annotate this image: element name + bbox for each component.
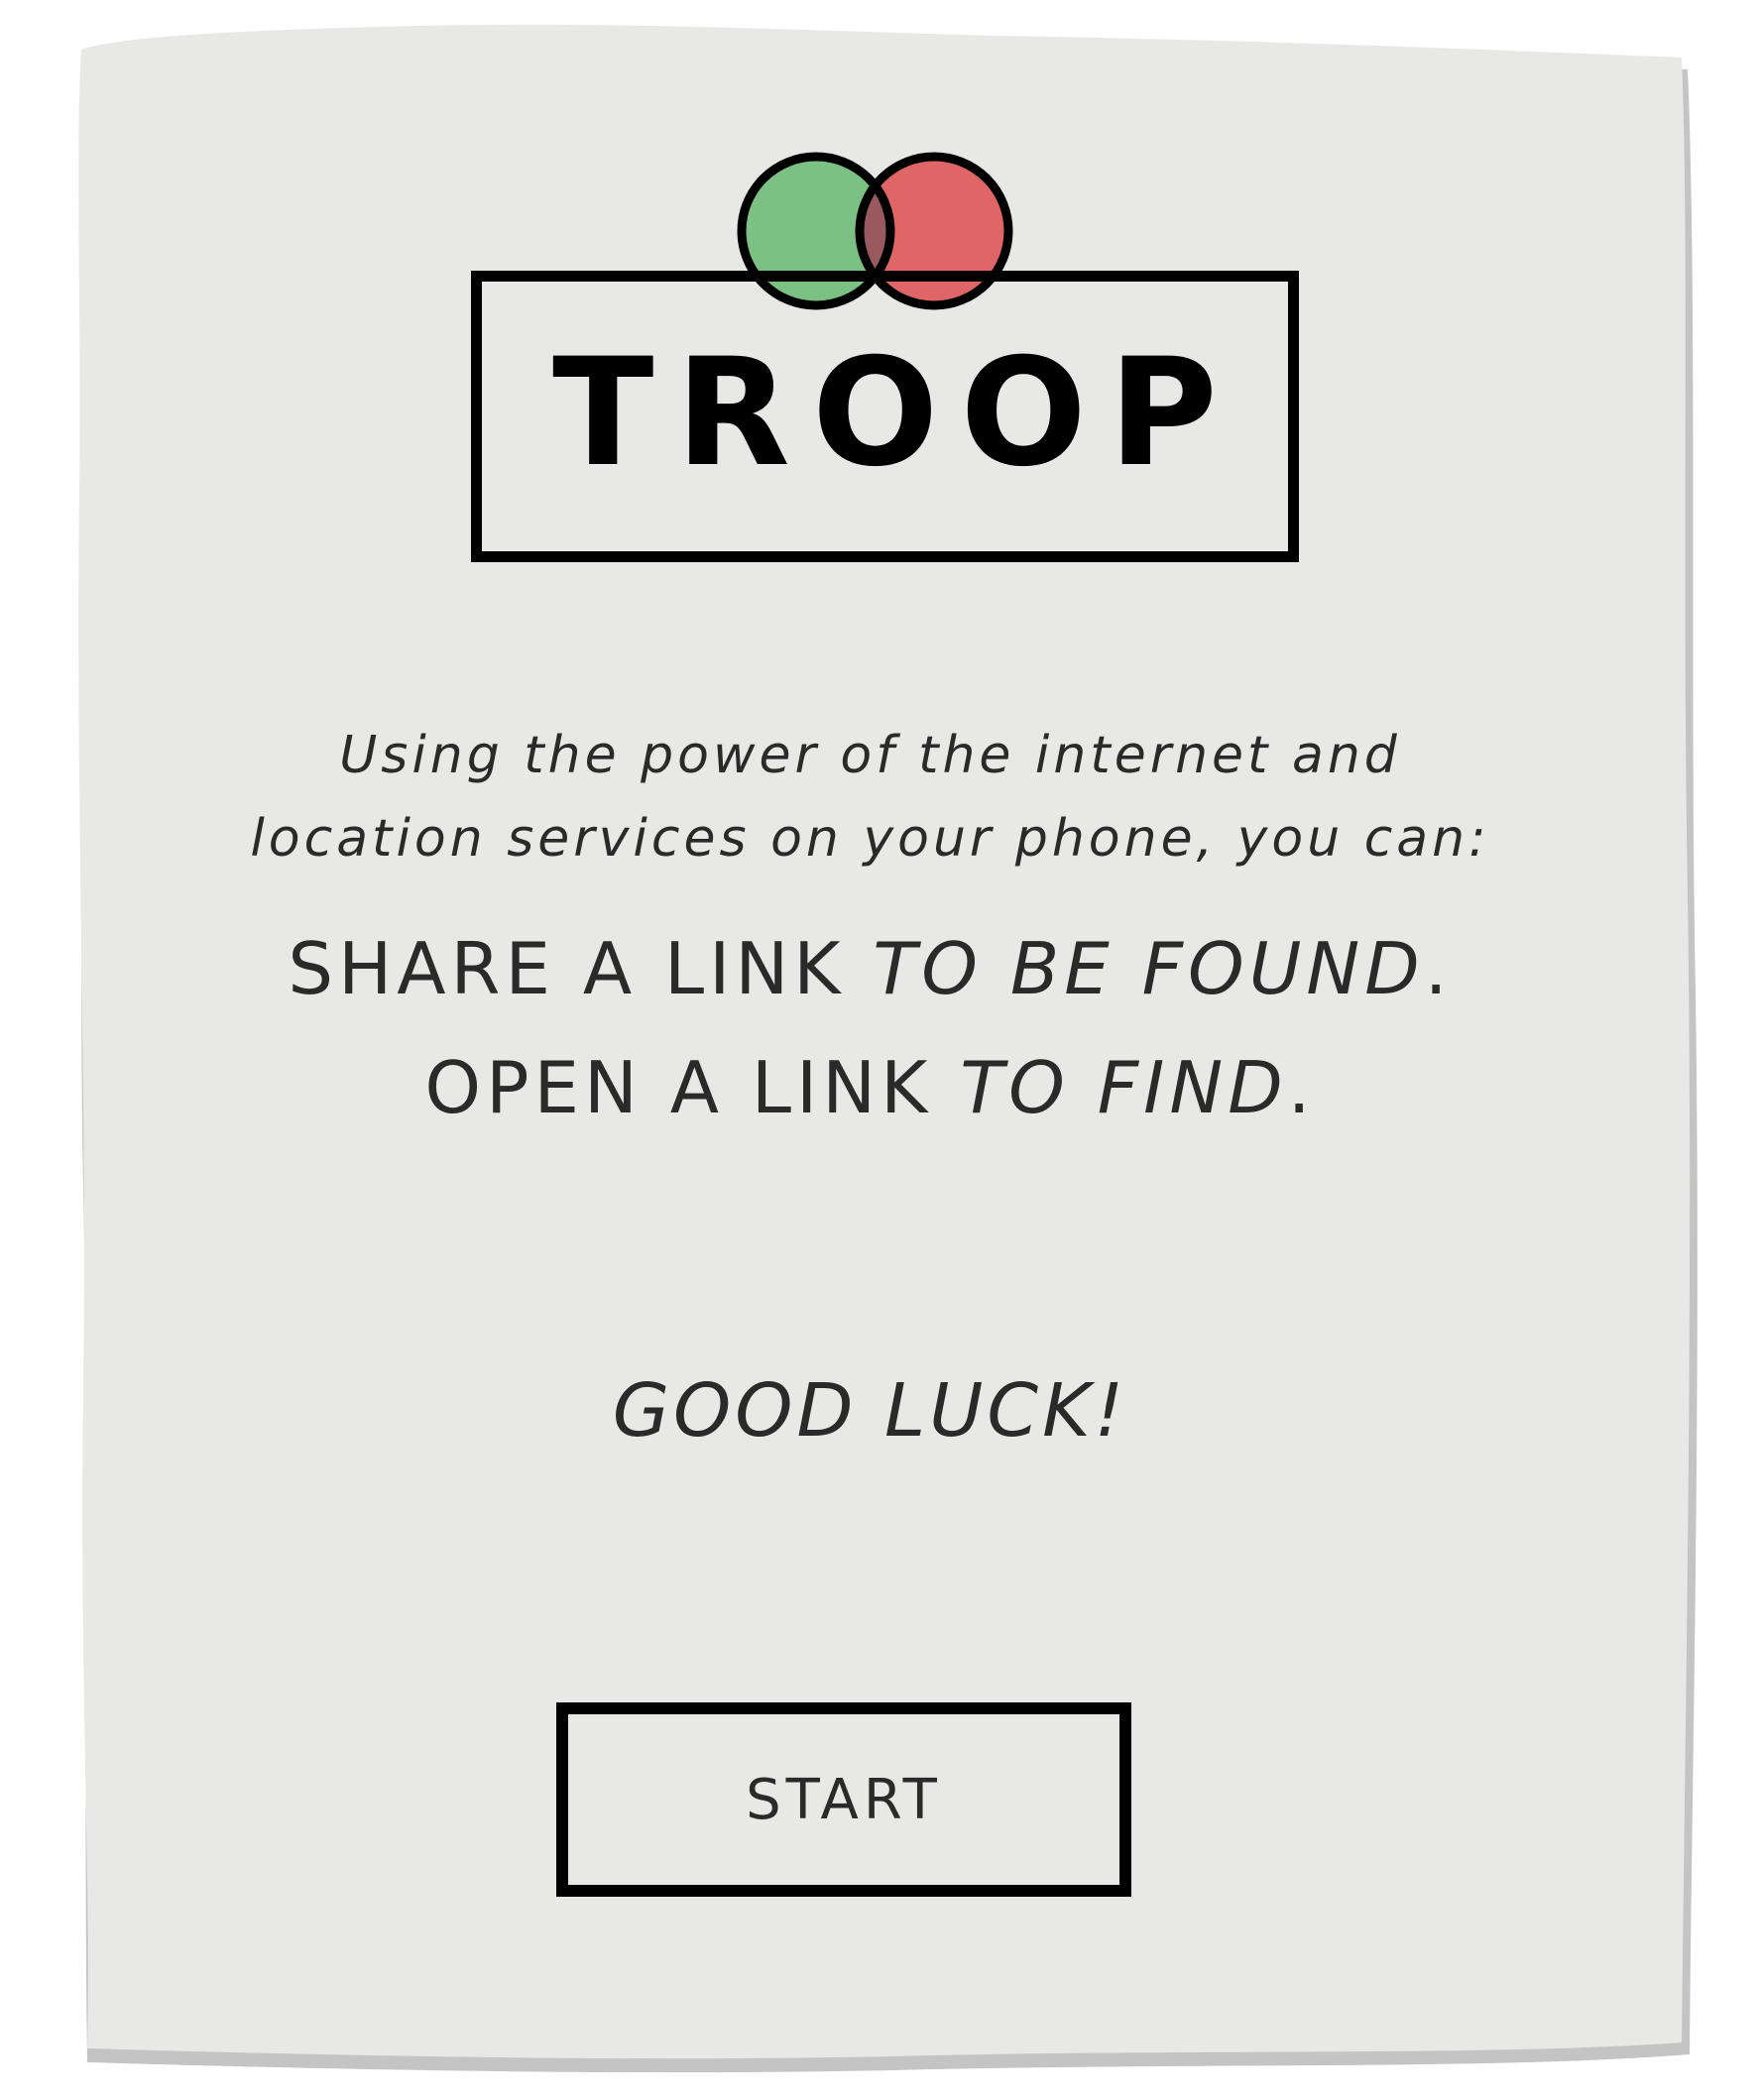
intro-line-1: Using the power of the internet and (339, 726, 1401, 785)
good-luck-text: GOOD LUCK! (612, 1368, 1128, 1454)
tagline-share-plain: SHARE A LINK (288, 927, 874, 1010)
app-screen: TROOP Using the power of the internet an… (0, 0, 1760, 2100)
tagline-share-period: . (1424, 927, 1453, 1010)
intro-text: Using the power of the internet and loca… (119, 714, 1621, 880)
start-button[interactable]: START (556, 1702, 1131, 1897)
tagline-open-plain: OPEN A LINK (424, 1046, 961, 1129)
tagline-open-emphasis: TO FIND (960, 1046, 1288, 1129)
tagline-open-period: . (1287, 1046, 1316, 1129)
tagline-share: SHARE A LINK TO BE FOUND. (119, 927, 1621, 1010)
tagline-share-emphasis: TO BE FOUND (873, 927, 1425, 1010)
logo-wordmark: TROOP (552, 327, 1239, 500)
tagline-open: OPEN A LINK TO FIND. (119, 1046, 1621, 1129)
logo-box: TROOP (471, 271, 1299, 562)
intro-line-2: location services on your phone, you can… (250, 809, 1490, 869)
logo: TROOP (466, 149, 1299, 562)
